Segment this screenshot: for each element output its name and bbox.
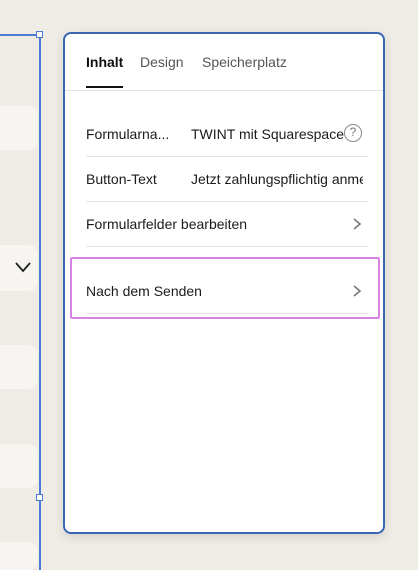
selection-outline-top	[0, 34, 40, 36]
resize-handle-top[interactable]	[36, 31, 43, 38]
form-name-label: Formularna...	[86, 126, 170, 142]
tab-design[interactable]: Design	[140, 54, 184, 70]
chevron-down-icon[interactable]	[13, 259, 33, 275]
edit-form-fields-label: Formularfelder bearbeiten	[86, 216, 248, 232]
form-field-block	[0, 542, 38, 570]
form-name-value[interactable]: TWINT mit Squarespace	[191, 126, 363, 142]
active-tab-indicator	[86, 86, 123, 88]
form-field-block	[0, 345, 38, 389]
resize-handle-bottom[interactable]	[36, 494, 43, 501]
form-field-block	[0, 444, 38, 488]
button-text-value[interactable]: Jetzt zahlungspflichtig anmelden	[191, 171, 363, 187]
tab-storage[interactable]: Speicherplatz	[202, 54, 287, 70]
help-icon[interactable]: ?	[344, 124, 362, 142]
panel-tabs: Inhalt Design Speicherplatz	[65, 34, 383, 91]
tab-content[interactable]: Inhalt	[86, 54, 123, 70]
button-text-label: Button-Text	[86, 171, 157, 187]
edit-form-fields-row[interactable]: Formularfelder bearbeiten	[86, 202, 368, 247]
form-field-block	[0, 106, 38, 150]
button-text-row[interactable]: Button-Text Jetzt zahlungspflichtig anme…	[86, 157, 368, 202]
chevron-right-icon	[353, 218, 362, 230]
form-name-row[interactable]: Formularna... TWINT mit Squarespace ?	[86, 112, 368, 157]
editor-canvas: Inhalt Design Speicherplatz Formularna..…	[0, 0, 418, 570]
selection-outline-right	[39, 35, 41, 570]
highlight-box	[70, 257, 380, 319]
